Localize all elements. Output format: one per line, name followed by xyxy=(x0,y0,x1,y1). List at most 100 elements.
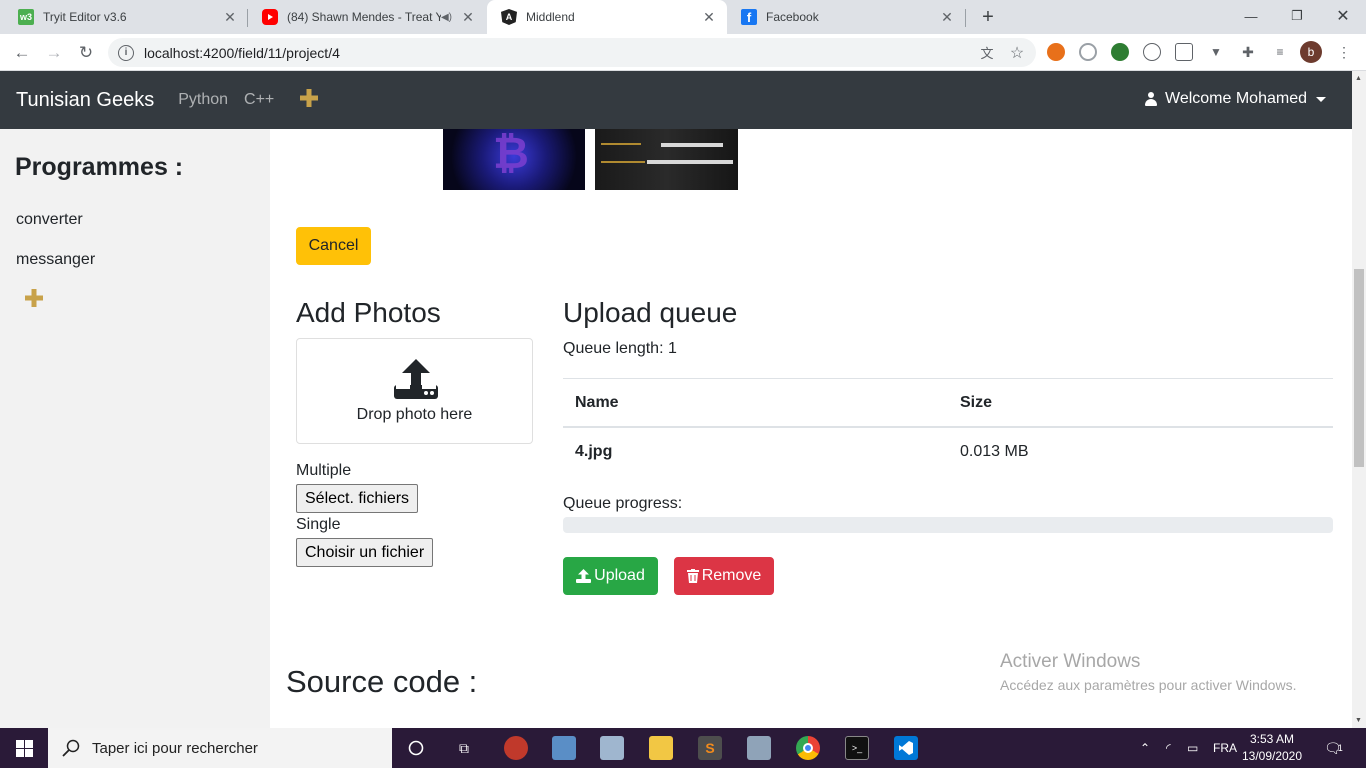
terminal-icon[interactable]: >_ xyxy=(845,736,869,760)
remove-button[interactable]: Remove xyxy=(674,557,774,595)
network-icon[interactable]: ◜ xyxy=(1166,728,1171,768)
project-thumbnail-bitcoin[interactable]: ₿ xyxy=(443,129,585,190)
task-view-icon[interactable]: ⧉ xyxy=(452,736,476,760)
file-name-cell: 4.jpg xyxy=(575,443,613,460)
trash-icon xyxy=(686,569,699,583)
upload-queue-title: Upload queue xyxy=(563,297,738,328)
file-explorer-icon[interactable] xyxy=(649,736,673,760)
extension-globe-icon[interactable] xyxy=(1111,43,1129,61)
upload-icon xyxy=(394,359,438,399)
extension-firefox-icon[interactable] xyxy=(1047,43,1065,61)
cortana-icon[interactable] xyxy=(404,736,428,760)
close-icon[interactable]: ✕ xyxy=(939,9,955,25)
tray-up-arrow-icon[interactable]: ⌃ xyxy=(1140,728,1150,768)
forward-button[interactable]: → xyxy=(41,40,67,66)
taskbar-clock[interactable]: 3:53 AM 13/09/2020 xyxy=(1240,731,1304,765)
bookmark-star-icon[interactable]: ☆ xyxy=(1006,42,1028,64)
tab-title: Middlend xyxy=(526,10,575,24)
extensions-puzzle-icon[interactable]: ✚ xyxy=(1239,43,1257,61)
page-scrollbar[interactable]: ▲ ▼ xyxy=(1352,71,1366,728)
upload-button-label: Upload xyxy=(594,567,645,584)
remove-button-label: Remove xyxy=(701,567,762,584)
back-button[interactable]: ← xyxy=(9,40,35,66)
translate-icon[interactable]: ⽂ xyxy=(976,42,998,64)
close-icon[interactable]: ✕ xyxy=(222,9,238,25)
menu-kebab-icon[interactable]: ⋮ xyxy=(1335,43,1353,61)
extension-vue-icon[interactable]: ▼ xyxy=(1207,43,1225,61)
windows-activation-title: Activer Windows xyxy=(1000,651,1141,672)
new-tab-button[interactable]: + xyxy=(976,5,1000,29)
notification-center-icon[interactable]: 🗨 1 xyxy=(1324,728,1343,768)
windows-logo-icon xyxy=(15,739,33,757)
extension-world-icon[interactable] xyxy=(1143,43,1161,61)
caret-down-icon xyxy=(1316,96,1326,102)
add-field-plus-icon[interactable] xyxy=(300,86,319,114)
info-icon[interactable]: i xyxy=(118,44,134,61)
close-window-button[interactable]: ✕ xyxy=(1320,0,1366,32)
upload-button[interactable]: Upload xyxy=(563,557,658,595)
w3schools-icon: w3 xyxy=(18,9,34,25)
system-monitor-icon[interactable] xyxy=(747,736,771,760)
brand-link[interactable]: Tunisian Geeks xyxy=(16,89,154,112)
user-icon xyxy=(1145,92,1158,106)
welcome-text: Welcome Mohamed xyxy=(1165,90,1307,107)
url-text[interactable]: localhost:4200/field/11/project/4 xyxy=(144,45,976,61)
tab-title: Tryit Editor v3.6 xyxy=(43,10,127,24)
close-icon[interactable]: ✕ xyxy=(701,9,717,25)
media-control-icon[interactable]: ≡ xyxy=(1271,43,1289,61)
language-indicator[interactable]: FRA xyxy=(1213,728,1237,768)
file-size-cell: 0.013 MB xyxy=(960,443,1029,460)
tab-facebook[interactable]: f Facebook ✕ xyxy=(727,0,965,34)
file-app-icon[interactable] xyxy=(600,736,624,760)
photo-drop-zone[interactable]: Drop photo here xyxy=(296,338,533,444)
scrollbar-thumb[interactable] xyxy=(1354,269,1364,467)
scroll-down-icon[interactable]: ▼ xyxy=(1355,717,1362,724)
project-thumbnail-login[interactable] xyxy=(595,129,738,190)
tab-youtube[interactable]: (84) Shawn Mendes - Treat Yo ◀) ✕ xyxy=(248,0,486,34)
restore-button[interactable]: ❐ xyxy=(1274,0,1320,32)
clock-time: 3:53 AM xyxy=(1249,732,1295,746)
extension-gear-icon[interactable] xyxy=(1079,43,1097,61)
cancel-button[interactable]: Cancel xyxy=(296,227,371,265)
source-code-title: Source code : xyxy=(286,664,478,699)
nav-link-python[interactable]: Python xyxy=(178,91,228,109)
youtube-icon xyxy=(262,9,278,25)
vscode-icon[interactable] xyxy=(894,736,918,760)
multiple-label: Multiple xyxy=(296,462,352,479)
speaker-icon[interactable]: ◀) xyxy=(441,12,452,23)
sublime-text-icon[interactable]: S xyxy=(698,736,722,760)
minimize-button[interactable]: — xyxy=(1228,0,1274,32)
extension-lock-icon[interactable] xyxy=(1175,43,1193,61)
user-dropdown[interactable]: Welcome Mohamed xyxy=(1145,90,1326,108)
notes-app-icon[interactable] xyxy=(552,736,576,760)
reload-button[interactable]: ↻ xyxy=(73,40,99,66)
queue-length: Queue length: 1 xyxy=(563,340,677,357)
tab-middlend[interactable]: A Middlend ✕ xyxy=(487,0,727,34)
scroll-up-icon[interactable]: ▲ xyxy=(1355,75,1362,82)
queue-progress-label: Queue progress: xyxy=(563,495,683,512)
add-program-plus-icon[interactable] xyxy=(25,286,43,314)
single-file-button[interactable]: Choisir un fichier xyxy=(296,538,434,567)
sidebar-item-converter[interactable]: converter xyxy=(16,211,83,229)
bitcoin-icon: ₿ xyxy=(493,129,529,178)
tab-title: (84) Shawn Mendes - Treat Yo xyxy=(287,10,441,24)
search-icon xyxy=(62,739,80,757)
multiple-file-button[interactable]: Sélect. fichiers xyxy=(296,484,419,513)
taskbar-search[interactable]: Taper ici pour rechercher xyxy=(48,728,392,768)
close-icon[interactable]: ✕ xyxy=(460,9,476,25)
chrome-icon[interactable] xyxy=(796,736,820,760)
browser-toolbar: ← → ↻ i localhost:4200/field/11/project/… xyxy=(0,34,1366,71)
table-header-row: Name Size xyxy=(563,378,1333,428)
paint-app-icon[interactable] xyxy=(504,736,528,760)
nav-link-cpp[interactable]: C++ xyxy=(244,91,274,109)
windows-start-button[interactable] xyxy=(0,728,48,768)
address-bar[interactable]: i localhost:4200/field/11/project/4 ⽂ ☆ xyxy=(108,38,1036,67)
single-label: Single xyxy=(296,516,341,533)
angular-icon: A xyxy=(501,9,517,25)
battery-icon[interactable]: ▭ xyxy=(1187,728,1198,768)
sidebar-item-messanger[interactable]: messanger xyxy=(16,251,95,269)
windows-activation-text: Accédez aux paramètres pour activer Wind… xyxy=(1000,677,1297,693)
profile-avatar[interactable]: b xyxy=(1300,41,1322,63)
queue-progress-bar xyxy=(563,517,1333,533)
tab-tryit-editor[interactable]: w3 Tryit Editor v3.6 ✕ xyxy=(4,0,248,34)
